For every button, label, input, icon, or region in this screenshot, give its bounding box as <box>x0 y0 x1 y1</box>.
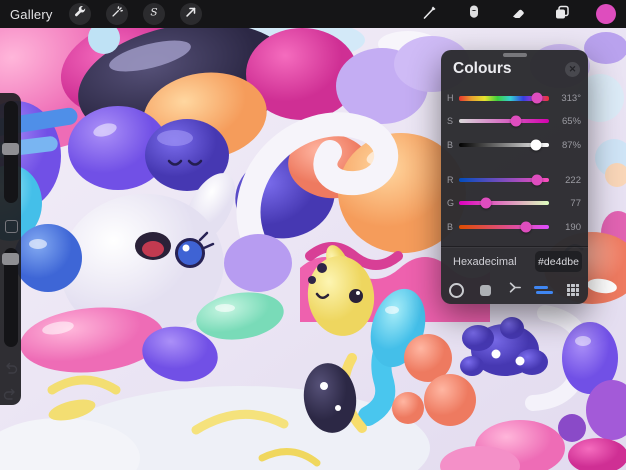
brightness-slider[interactable] <box>459 143 549 147</box>
saturation-value: 65% <box>555 116 581 127</box>
hex-value-field[interactable]: #de4dbe <box>535 251 582 272</box>
close-button[interactable]: ✕ <box>565 62 580 77</box>
hue-knob[interactable] <box>532 93 543 104</box>
hexadecimal-label: Hexadecimal <box>453 256 517 268</box>
brightness-value: 87% <box>555 140 581 151</box>
blue-value: 190 <box>555 222 581 233</box>
disc-mode-button[interactable] <box>446 280 466 300</box>
saturation-slider[interactable] <box>459 119 549 123</box>
classic-mode-button[interactable] <box>475 280 495 300</box>
transform-button[interactable] <box>180 3 202 25</box>
green-knob[interactable] <box>481 198 492 209</box>
harmony-mode-button[interactable] <box>505 280 525 300</box>
gallery-button[interactable]: Gallery <box>10 7 53 22</box>
undo-button[interactable] <box>3 362 18 375</box>
close-icon: ✕ <box>569 65 577 74</box>
modify-button[interactable] <box>5 220 18 233</box>
magic-wand-icon <box>110 5 124 24</box>
layers-icon <box>553 3 571 26</box>
color-swatch-button[interactable] <box>596 4 616 24</box>
hue-value: 313° <box>555 93 581 104</box>
svg-text:S: S <box>150 6 157 18</box>
brightness-label: B <box>447 140 457 150</box>
green-slider-row: G 77 <box>447 197 581 209</box>
value-sliders-icon <box>534 286 553 295</box>
paint-button[interactable] <box>420 4 440 24</box>
layers-button[interactable] <box>552 4 572 24</box>
brightness-slider-row: B 87% <box>447 139 581 151</box>
palettes-grid-icon <box>567 284 580 297</box>
red-knob[interactable] <box>532 175 543 186</box>
divider <box>441 246 588 247</box>
procreate-window: Gallery S <box>0 0 626 470</box>
blue-knob[interactable] <box>520 222 531 233</box>
blue-slider[interactable] <box>459 225 549 229</box>
colours-panel: Colours ✕ H 313° S 65% B 87% R <box>441 50 588 304</box>
green-label: G <box>447 198 457 208</box>
top-toolbar: Gallery S <box>0 0 626 28</box>
saturation-label: S <box>447 116 457 126</box>
panel-drag-handle[interactable] <box>503 53 527 57</box>
brush-sidebar <box>0 93 21 405</box>
selection-s-icon: S <box>147 5 161 24</box>
saturation-slider-row: S 65% <box>447 115 581 127</box>
hue-slider[interactable] <box>459 96 549 101</box>
actions-button[interactable] <box>69 3 91 25</box>
hue-label: H <box>447 93 457 103</box>
redo-button[interactable] <box>3 388 18 401</box>
brush-size-handle[interactable] <box>2 143 19 155</box>
harmony-icon <box>506 279 523 301</box>
smudge-button[interactable] <box>464 4 484 24</box>
red-label: R <box>447 175 457 185</box>
disc-icon <box>449 283 464 298</box>
saturation-knob[interactable] <box>510 116 521 127</box>
hue-slider-row: H 313° <box>447 92 581 104</box>
wrench-icon <box>73 5 87 24</box>
brush-opacity-handle[interactable] <box>2 253 19 265</box>
selection-button[interactable]: S <box>143 3 165 25</box>
brush-icon <box>421 3 439 26</box>
brightness-knob[interactable] <box>530 140 541 151</box>
adjustments-button[interactable] <box>106 3 128 25</box>
palettes-mode-button[interactable] <box>563 280 583 300</box>
eraser-button[interactable] <box>508 4 528 24</box>
classic-icon <box>480 285 491 296</box>
value-mode-button[interactable] <box>534 280 554 300</box>
blue-slider-row: B 190 <box>447 221 581 233</box>
color-swatch <box>596 4 616 24</box>
blue-label: B <box>447 222 457 232</box>
colour-mode-bar <box>446 278 583 302</box>
green-slider[interactable] <box>459 201 549 205</box>
green-value: 77 <box>555 198 581 209</box>
red-slider[interactable] <box>459 178 549 182</box>
transform-arrow-icon <box>184 5 198 24</box>
eraser-icon <box>509 3 527 26</box>
red-value: 222 <box>555 175 581 186</box>
smudge-finger-icon <box>465 3 483 26</box>
panel-title: Colours <box>453 60 512 78</box>
red-slider-row: R 222 <box>447 174 581 186</box>
